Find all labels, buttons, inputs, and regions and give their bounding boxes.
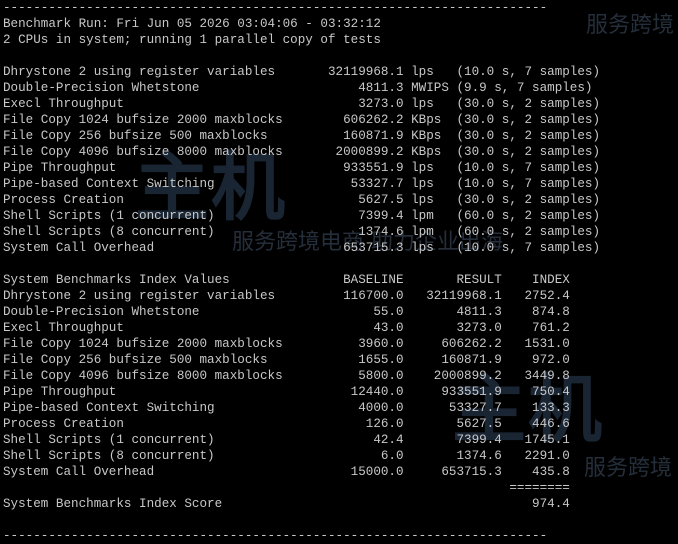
terminal-line: Shell Scripts (8 concurrent) 6.0 1374.6 …: [3, 449, 570, 463]
terminal-line: File Copy 4096 bufsize 8000 maxblocks 58…: [3, 369, 570, 383]
terminal-line: System Call Overhead 15000.0 653715.3 43…: [3, 465, 570, 479]
terminal-line: File Copy 1024 bufsize 2000 maxblocks 39…: [3, 337, 570, 351]
terminal-line: Pipe Throughput 12440.0 933551.9 750.4: [3, 385, 570, 399]
terminal-line: 2 CPUs in system; running 1 parallel cop…: [3, 33, 381, 47]
terminal-line: System Benchmarks Index Score 974.4: [3, 497, 570, 511]
terminal-line: Double-Precision Whetstone 4811.3 MWIPS …: [3, 81, 593, 95]
terminal-line: System Call Overhead 653715.3 lps (10.0 …: [3, 241, 601, 255]
terminal-line: Execl Throughput 43.0 3273.0 761.2: [3, 321, 570, 335]
terminal-line: Double-Precision Whetstone 55.0 4811.3 8…: [3, 305, 570, 319]
terminal-line: File Copy 256 bufsize 500 maxblocks 1655…: [3, 353, 570, 367]
terminal-line: Benchmark Run: Fri Jun 05 2026 03:04:06 …: [3, 17, 381, 31]
terminal-line: File Copy 1024 bufsize 2000 maxblocks 60…: [3, 113, 601, 127]
terminal-line: Shell Scripts (1 concurrent) 7399.4 lpm …: [3, 209, 601, 223]
terminal-line: Execl Throughput 3273.0 lps (30.0 s, 2 s…: [3, 97, 601, 111]
terminal-line: Pipe-based Context Switching 4000.0 5332…: [3, 401, 570, 415]
terminal-line: Dhrystone 2 using register variables 321…: [3, 65, 601, 79]
terminal-line: Dhrystone 2 using register variables 116…: [3, 289, 570, 303]
terminal-line: ----------------------------------------…: [3, 529, 548, 543]
terminal-line: ========: [3, 481, 570, 495]
terminal-window: 主机 服务跨境电商 助力企业出海 服务跨境 主机 服务跨境 ----------…: [0, 0, 678, 544]
terminal-line: ----------------------------------------…: [3, 1, 548, 15]
terminal-line: Pipe Throughput 933551.9 lps (10.0 s, 7 …: [3, 161, 601, 175]
terminal-line: Shell Scripts (8 concurrent) 1374.6 lpm …: [3, 225, 601, 239]
terminal-line: Process Creation 126.0 5627.5 446.6: [3, 417, 570, 431]
terminal-line: System Benchmarks Index Values BASELINE …: [3, 273, 570, 287]
terminal-line: Process Creation 5627.5 lps (30.0 s, 2 s…: [3, 193, 601, 207]
terminal-output: ----------------------------------------…: [3, 0, 600, 544]
terminal-line: Pipe-based Context Switching 53327.7 lps…: [3, 177, 601, 191]
terminal-line: File Copy 4096 bufsize 8000 maxblocks 20…: [3, 145, 601, 159]
terminal-line: Shell Scripts (1 concurrent) 42.4 7399.4…: [3, 433, 570, 447]
terminal-line: File Copy 256 bufsize 500 maxblocks 1608…: [3, 129, 601, 143]
